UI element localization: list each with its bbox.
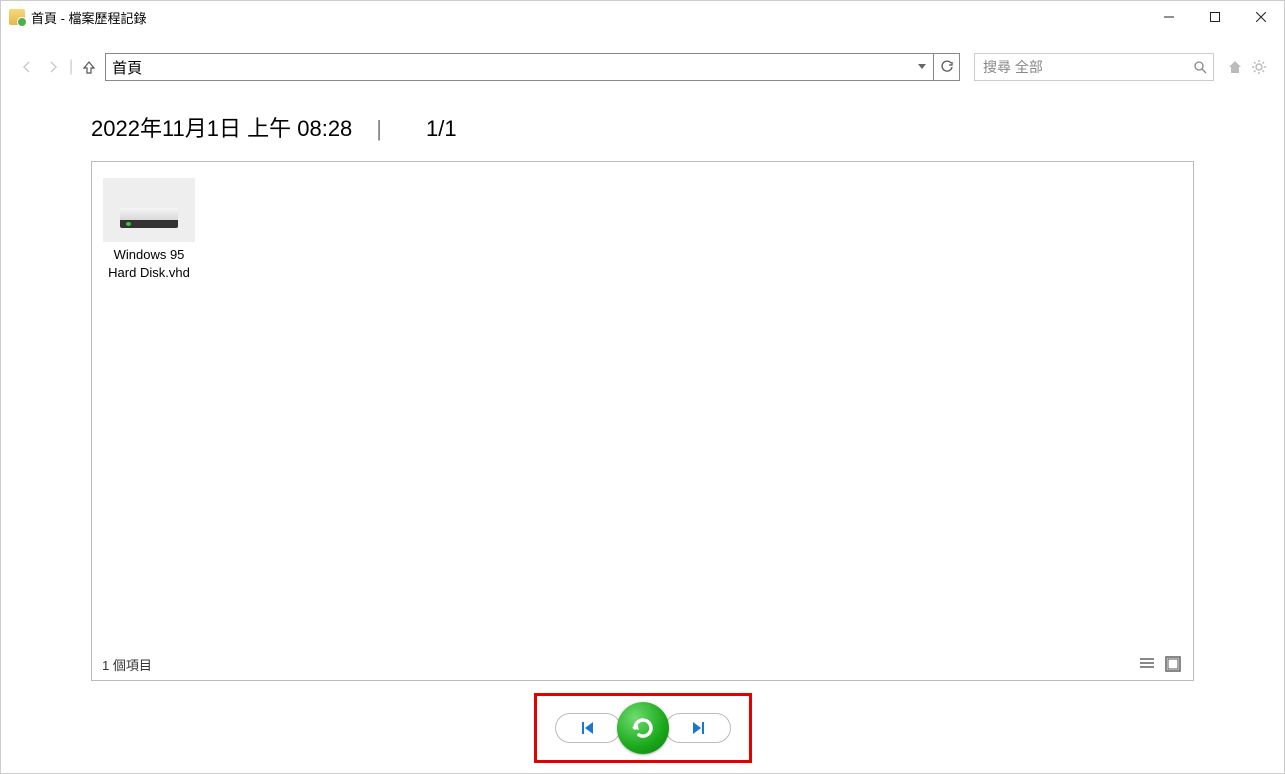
search-input[interactable]	[975, 57, 1187, 77]
page-indicator: 1/1	[426, 116, 457, 142]
large-icons-view-icon[interactable]	[1165, 656, 1183, 674]
minimize-button[interactable]	[1146, 1, 1192, 33]
file-name: Windows 95 Hard Disk.vhd	[102, 246, 196, 281]
search-icon[interactable]	[1187, 61, 1213, 74]
maximize-button[interactable]	[1192, 1, 1238, 33]
app-icon	[9, 9, 25, 25]
version-nav-controls	[534, 693, 752, 763]
previous-version-button[interactable]	[555, 713, 621, 743]
details-view-icon[interactable]	[1139, 656, 1157, 674]
window-title: 首頁 - 檔案歷程記錄	[31, 8, 147, 27]
toolbar: |	[1, 33, 1284, 81]
refresh-button[interactable]	[933, 54, 959, 80]
separator: |	[376, 116, 382, 142]
window-controls	[1146, 1, 1284, 33]
content-area: 2022年11月1日 上午 08:28 | 1/1 Windows 95 Har…	[1, 81, 1284, 681]
separator: |	[69, 58, 73, 76]
nav-forward-button[interactable]	[43, 57, 63, 77]
panel-footer: 1 個項目	[102, 655, 1183, 674]
address-input[interactable]	[106, 54, 911, 80]
title-bar: 首頁 - 檔案歷程記錄	[1, 1, 1284, 33]
address-bar	[105, 53, 960, 81]
vhd-file-icon	[103, 178, 195, 242]
address-dropdown-button[interactable]	[911, 54, 933, 80]
gear-icon[interactable]	[1250, 58, 1268, 76]
file-panel: Windows 95 Hard Disk.vhd 1 個項目	[91, 161, 1194, 681]
search-bar	[974, 53, 1214, 81]
next-version-button[interactable]	[665, 713, 731, 743]
version-header: 2022年11月1日 上午 08:28 | 1/1	[91, 111, 1194, 143]
close-button[interactable]	[1238, 1, 1284, 33]
item-count-label: 1 個項目	[102, 655, 152, 674]
nav-back-button[interactable]	[17, 57, 37, 77]
restore-button[interactable]	[617, 702, 669, 754]
toolbar-icons	[1226, 58, 1268, 76]
version-timestamp: 2022年11月1日 上午 08:28	[91, 111, 352, 143]
file-item[interactable]: Windows 95 Hard Disk.vhd	[102, 172, 196, 281]
nav-up-button[interactable]	[79, 57, 99, 77]
home-icon[interactable]	[1226, 58, 1244, 76]
